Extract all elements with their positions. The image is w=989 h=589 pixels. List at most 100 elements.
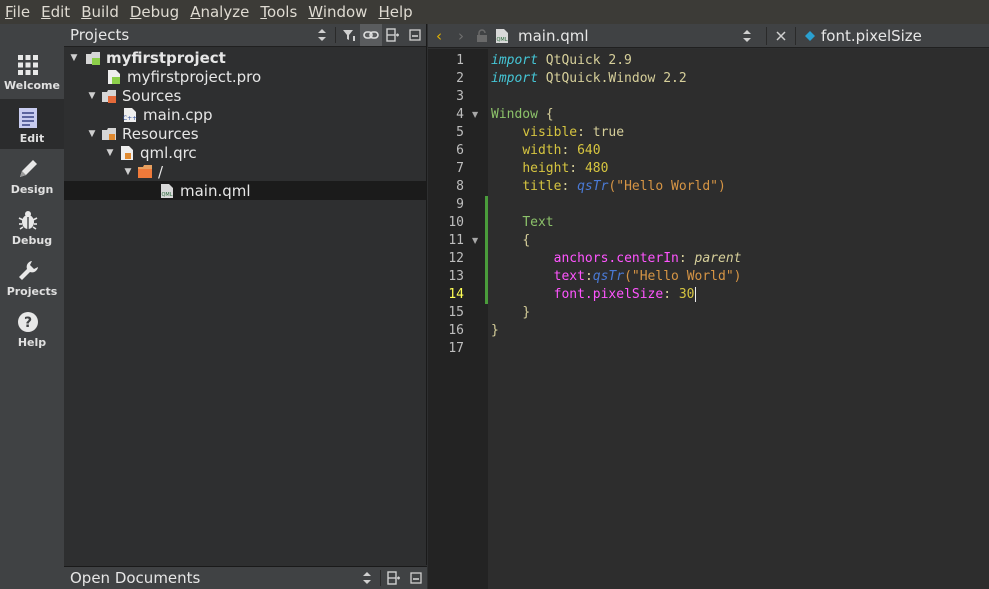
line-number: 16 bbox=[448, 323, 464, 338]
tree-label: main.qml bbox=[180, 181, 251, 200]
resources-folder-icon bbox=[102, 127, 116, 140]
divider bbox=[335, 27, 336, 43]
menu-bar: File Edit Build Debug Analyze Tools Wind… bbox=[0, 0, 989, 24]
expanded-arrow-icon[interactable]: ▼ bbox=[69, 53, 79, 63]
tree-item-main-cpp[interactable]: C++ main.cpp bbox=[64, 105, 426, 124]
menu-window[interactable]: Window bbox=[303, 0, 373, 24]
code-line-current: font.pixelSize: 30 bbox=[553, 287, 696, 302]
tree-item-qrc[interactable]: ▼ qml.qrc bbox=[64, 143, 426, 162]
line-number: 5 bbox=[456, 125, 464, 140]
tree-item-resources[interactable]: ▼ Resources bbox=[64, 124, 426, 143]
fold-marker-icon[interactable]: ▼ bbox=[472, 106, 478, 124]
code-line: import QtQuick 2.9 bbox=[491, 53, 632, 68]
mode-label: Help bbox=[17, 336, 47, 349]
code-line: } bbox=[522, 305, 531, 320]
code-line: Text bbox=[522, 215, 554, 230]
back-arrow-icon[interactable]: ‹ bbox=[428, 27, 450, 45]
line-number: 6 bbox=[456, 143, 464, 158]
mode-welcome[interactable]: Welcome bbox=[0, 46, 64, 96]
menu-build[interactable]: Build bbox=[76, 0, 125, 24]
menu-debug[interactable]: Debug bbox=[125, 0, 185, 24]
tree-item-sources[interactable]: ▼ Sources bbox=[64, 86, 426, 105]
sources-folder-icon bbox=[102, 89, 116, 103]
line-number-current: 14 bbox=[448, 287, 464, 302]
symbol-icon bbox=[805, 30, 815, 41]
pen-icon bbox=[20, 160, 37, 177]
menu-file[interactable]: File bbox=[0, 0, 36, 24]
code-line: visible: true bbox=[522, 125, 625, 140]
mode-label: Edit bbox=[19, 132, 45, 145]
expanded-arrow-icon[interactable]: ▼ bbox=[105, 148, 115, 158]
mode-selector: Welcome Edit Design Debug Projects ? Hel… bbox=[0, 24, 64, 589]
close-pane-icon[interactable] bbox=[404, 24, 426, 46]
view-switch-icon[interactable] bbox=[311, 24, 333, 46]
pro-file-icon bbox=[108, 69, 120, 84]
line-number: 17 bbox=[448, 341, 464, 356]
expanded-arrow-icon[interactable]: ▼ bbox=[123, 167, 133, 177]
grid-icon bbox=[18, 55, 38, 75]
editor-toolbar: ‹ › QML main.qml font.pixelSize bbox=[428, 24, 989, 48]
qml-file-icon: QML bbox=[496, 28, 508, 43]
line-number-gutter: 1 2 3 4 5 6 7 8 9 10 11 12 13 14 15 16 1… bbox=[428, 49, 488, 589]
line-number: 10 bbox=[448, 215, 464, 230]
line-number: 15 bbox=[448, 305, 464, 320]
mode-help[interactable]: ? Help bbox=[0, 303, 64, 353]
tree-item-root-folder[interactable]: ▼ / bbox=[64, 162, 426, 181]
symbol-selector[interactable]: font.pixelSize bbox=[821, 27, 922, 45]
forward-arrow-icon[interactable]: › bbox=[450, 27, 472, 45]
tree-label: Sources bbox=[122, 86, 182, 105]
mode-label: Debug bbox=[11, 234, 53, 247]
tree-label: myfirstproject bbox=[106, 48, 226, 67]
lock-icon[interactable] bbox=[476, 28, 488, 43]
line-number: 7 bbox=[456, 161, 464, 176]
open-documents-title[interactable]: Open Documents bbox=[64, 569, 356, 587]
svg-text:QML: QML bbox=[161, 192, 172, 198]
menu-analyze[interactable]: Analyze bbox=[185, 0, 255, 24]
divider bbox=[380, 570, 381, 586]
menu-tools[interactable]: Tools bbox=[255, 0, 303, 24]
tree-item-main-qml[interactable]: QML main.qml bbox=[64, 181, 426, 200]
code-line: width: 640 bbox=[522, 143, 601, 158]
mode-debug[interactable]: Debug bbox=[0, 201, 64, 251]
projects-title[interactable]: Projects bbox=[64, 26, 311, 44]
text-cursor bbox=[694, 287, 696, 302]
split-icon[interactable] bbox=[383, 567, 405, 589]
close-pane-icon[interactable] bbox=[405, 567, 427, 589]
projects-pane: Projects ▼ myfirstproject myfirstproject… bbox=[64, 24, 427, 565]
mode-design[interactable]: Design bbox=[0, 150, 64, 200]
bug-icon bbox=[18, 211, 38, 230]
tree-label: myfirstproject.pro bbox=[127, 67, 262, 86]
split-icon[interactable] bbox=[382, 24, 404, 46]
close-document-icon[interactable] bbox=[776, 30, 786, 41]
qrc-file-icon bbox=[121, 145, 133, 160]
folder-icon bbox=[138, 164, 152, 178]
tree-item-project[interactable]: ▼ myfirstproject bbox=[64, 48, 426, 67]
line-number: 4 bbox=[456, 107, 464, 122]
tree-item-pro-file[interactable]: myfirstproject.pro bbox=[64, 67, 426, 86]
code-editor[interactable]: import QtQuick 2.9 import QtQuick.Window… bbox=[488, 49, 989, 589]
mode-projects[interactable]: Projects bbox=[0, 252, 64, 302]
file-selector-arrows-icon[interactable] bbox=[742, 29, 752, 43]
expanded-arrow-icon[interactable]: ▼ bbox=[87, 129, 97, 139]
code-line: title: qsTr("Hello World") bbox=[522, 179, 726, 194]
code-line: import QtQuick.Window 2.2 bbox=[491, 71, 687, 86]
svg-text:?: ? bbox=[24, 315, 32, 331]
expanded-arrow-icon[interactable]: ▼ bbox=[87, 91, 97, 101]
filter-icon[interactable] bbox=[338, 24, 360, 46]
file-selector[interactable]: main.qml bbox=[518, 27, 742, 45]
menu-edit[interactable]: Edit bbox=[36, 0, 76, 24]
fold-marker-icon[interactable]: ▼ bbox=[472, 232, 478, 250]
line-number: 13 bbox=[448, 269, 464, 284]
tree-label: qml.qrc bbox=[140, 143, 197, 162]
link-icon[interactable] bbox=[360, 24, 382, 46]
line-number: 2 bbox=[456, 71, 464, 86]
view-switch-icon[interactable] bbox=[356, 567, 378, 589]
menu-help[interactable]: Help bbox=[373, 0, 418, 24]
line-number: 3 bbox=[456, 89, 464, 104]
qml-file-icon: QML bbox=[161, 183, 173, 198]
cpp-file-icon: C++ bbox=[123, 107, 137, 122]
code-line: { bbox=[522, 233, 531, 248]
mode-edit[interactable]: Edit bbox=[0, 99, 64, 149]
line-number: 1 bbox=[456, 53, 464, 68]
projects-header: Projects bbox=[64, 24, 426, 47]
